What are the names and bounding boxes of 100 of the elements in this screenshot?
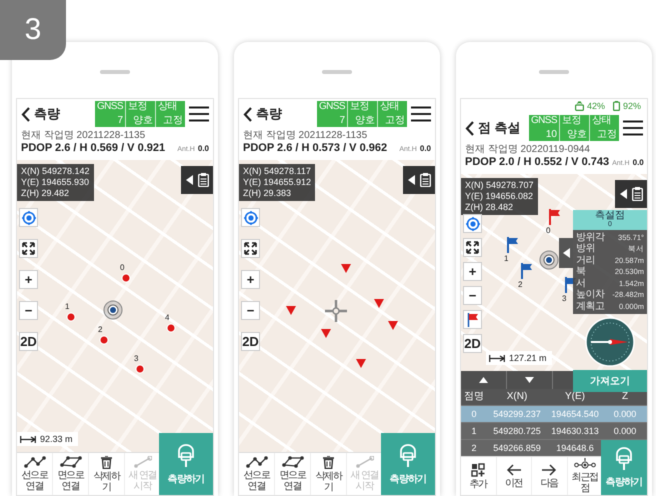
- panel-toggle-button[interactable]: [181, 166, 213, 194]
- panel-toggle-button[interactable]: [559, 238, 573, 268]
- map-button[interactable]: −: [241, 301, 260, 320]
- point-marker[interactable]: [341, 264, 351, 273]
- coordinate-value: X(N) 549278.707: [465, 180, 534, 191]
- map-button[interactable]: −: [19, 301, 38, 320]
- up-arrow-icon: [479, 377, 488, 383]
- gnss-value: 양호: [566, 129, 587, 141]
- gnss-value: 고정: [384, 115, 405, 127]
- connect-line-icon: [356, 456, 374, 468]
- battery-icon: [612, 101, 620, 111]
- scale-value: 92.33 m: [40, 434, 73, 444]
- polygon-icon: [60, 456, 82, 468]
- info-label: 북: [576, 266, 586, 278]
- coordinate-value: Z(H) 29.482: [21, 188, 70, 199]
- point-marker[interactable]: [321, 329, 331, 338]
- expand-icon: [22, 242, 35, 255]
- zoom-extent-button[interactable]: [463, 238, 482, 257]
- point-marker[interactable]: [166, 324, 176, 332]
- table-cell[interactable]: 194648.6: [547, 439, 603, 456]
- gps-position-icon: [539, 250, 559, 270]
- nearest-point-icon: [574, 458, 596, 470]
- point-marker[interactable]: [388, 321, 398, 330]
- crosshair-icon: [325, 300, 347, 322]
- point-marker[interactable]: [374, 299, 384, 308]
- zoom-extent-button[interactable]: [19, 239, 38, 258]
- coordinate-value: Y(E) 194656.082: [465, 191, 534, 202]
- table-cell[interactable]: 1: [461, 422, 487, 439]
- map-button[interactable]: 2D: [19, 332, 38, 351]
- connect-line-icon: [24, 456, 46, 468]
- speaker-slot: [539, 70, 569, 74]
- panel-toggle-button[interactable]: [615, 180, 647, 208]
- gnss-label: 보정: [350, 101, 370, 112]
- back-icon[interactable]: [21, 106, 30, 122]
- scale-icon: [489, 354, 505, 362]
- left-arrow-icon: [506, 464, 522, 476]
- locate-button[interactable]: [241, 208, 260, 227]
- coordinate-value: Z(H) 28.482: [465, 202, 514, 213]
- map-button[interactable]: 2D: [463, 334, 482, 353]
- point-marker[interactable]: [356, 359, 366, 368]
- status-reading: 42%: [586, 101, 605, 111]
- table-cell[interactable]: 0.000: [603, 422, 647, 439]
- menu-icon[interactable]: [623, 120, 643, 136]
- coordinate-value: Y(E) 194655.912: [243, 177, 312, 188]
- map-button[interactable]: +: [19, 270, 38, 289]
- map-button[interactable]: −: [463, 286, 482, 305]
- map-button[interactable]: 2D: [241, 332, 260, 351]
- caret-icon: [620, 189, 626, 199]
- gnss-value: 양호: [132, 115, 153, 127]
- gnss-label: GNSS: [531, 115, 557, 126]
- table-cell[interactable]: 194630.313: [547, 422, 603, 439]
- compass-drawing: [585, 317, 635, 368]
- table-cell[interactable]: 549266.859: [487, 439, 547, 456]
- add-point-icon: [471, 462, 486, 476]
- table-cell[interactable]: 2: [461, 439, 487, 456]
- flag-marker[interactable]: [520, 263, 532, 279]
- polygon-icon: [282, 456, 304, 468]
- zoom-extent-button[interactable]: [241, 239, 260, 258]
- back-icon[interactable]: [243, 106, 252, 122]
- dop-reading: PDOP 2.0 / H 0.552 / V 0.743: [465, 156, 610, 168]
- coordinate-value: X(N) 549278.142: [21, 166, 90, 177]
- flag-marker[interactable]: [548, 209, 560, 225]
- table-cell[interactable]: 549280.725: [487, 422, 547, 439]
- point-marker[interactable]: [100, 336, 108, 344]
- point-marker[interactable]: [66, 312, 76, 322]
- clipboard-icon: [632, 187, 642, 201]
- connect-line-icon: [134, 456, 152, 468]
- back-icon[interactable]: [465, 120, 474, 136]
- gnss-label: GNSS: [97, 101, 123, 112]
- point-marker[interactable]: [286, 306, 296, 315]
- coordinate-value: Y(E) 194655.930: [21, 177, 90, 188]
- point-marker[interactable]: [122, 274, 130, 282]
- flag-marker[interactable]: [506, 237, 518, 253]
- flag-button[interactable]: [463, 310, 482, 329]
- gps-position-icon: [103, 300, 123, 320]
- antenna-height-value: 0.0: [420, 144, 431, 153]
- menu-icon[interactable]: [411, 106, 431, 122]
- menu-icon[interactable]: [189, 106, 209, 122]
- step-badge: 3: [0, 0, 66, 60]
- work-name: 현재 작업명 20211228-1135: [20, 129, 146, 142]
- point-label: 3: [562, 294, 566, 303]
- locate-button[interactable]: [19, 208, 38, 227]
- point-label: 0: [120, 263, 124, 272]
- flag-icon: [466, 312, 478, 326]
- stakeout-title: 측설점: [595, 210, 625, 221]
- screen-title: 점 측설: [478, 119, 522, 137]
- caret-icon: [408, 175, 414, 185]
- panel-toggle-button[interactable]: [403, 166, 435, 194]
- map-button[interactable]: +: [241, 270, 260, 289]
- expand-icon: [466, 241, 479, 254]
- connect-line-icon: [246, 456, 268, 468]
- gnss-label: 상태: [592, 115, 612, 126]
- map-button[interactable]: +: [463, 262, 482, 281]
- point-marker[interactable]: [136, 364, 144, 374]
- locate-button[interactable]: [463, 214, 482, 233]
- gnss-value: 고정: [596, 129, 617, 141]
- caret-icon: [562, 248, 570, 258]
- locate-icon: [22, 210, 36, 224]
- caret-icon: [186, 175, 192, 185]
- point-label: 2: [98, 325, 102, 334]
